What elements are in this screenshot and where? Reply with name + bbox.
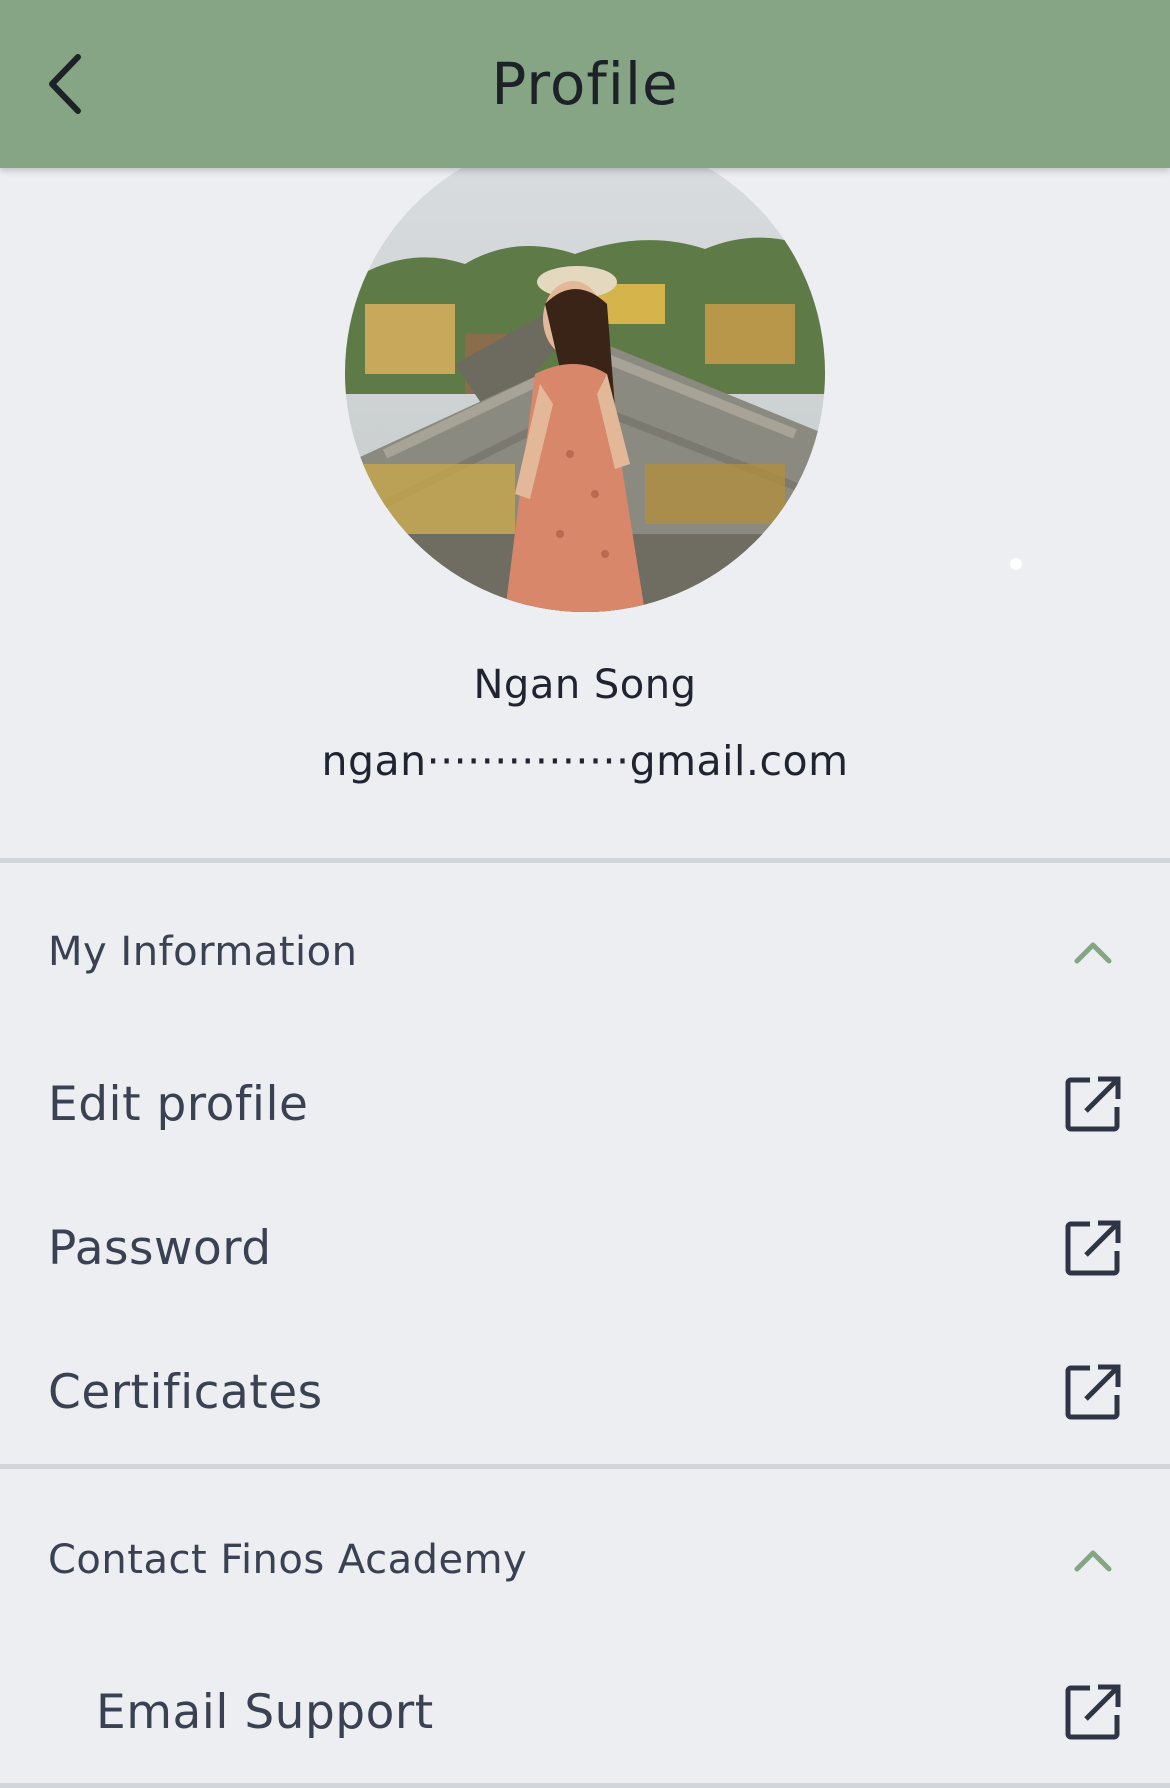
external-link-icon bbox=[1064, 1363, 1122, 1421]
chevron-up-icon bbox=[1064, 923, 1122, 981]
section-header-my-information[interactable]: My Information bbox=[48, 912, 1122, 992]
divider bbox=[0, 1464, 1170, 1469]
menu-item-label: Password bbox=[48, 1220, 272, 1276]
external-link-icon bbox=[1064, 1075, 1122, 1133]
profile-photo bbox=[345, 134, 825, 612]
menu-item-certificates[interactable]: Certificates bbox=[48, 1342, 1122, 1442]
page-title: Profile bbox=[491, 50, 679, 118]
divider bbox=[0, 1783, 1170, 1788]
section-label: My Information bbox=[48, 929, 358, 975]
avatar[interactable] bbox=[345, 134, 825, 612]
menu-item-email-support[interactable]: Email Support bbox=[96, 1662, 1122, 1762]
divider bbox=[0, 858, 1170, 863]
section-header-contact[interactable]: Contact Finos Academy bbox=[48, 1520, 1122, 1600]
user-name: Ngan Song bbox=[473, 662, 697, 708]
menu-item-edit-profile[interactable]: Edit profile bbox=[48, 1054, 1122, 1154]
menu-item-label: Certificates bbox=[48, 1364, 323, 1420]
user-email: ngan···············gmail.com bbox=[321, 737, 849, 785]
chevron-up-icon bbox=[1064, 1531, 1122, 1589]
top-app-bar: Profile bbox=[0, 0, 1170, 168]
decorative-dot bbox=[1010, 558, 1022, 570]
menu-item-label: Email Support bbox=[96, 1684, 434, 1740]
external-link-icon bbox=[1064, 1683, 1122, 1741]
section-label: Contact Finos Academy bbox=[48, 1537, 528, 1583]
menu-item-label: Edit profile bbox=[48, 1076, 309, 1132]
menu-item-password[interactable]: Password bbox=[48, 1198, 1122, 1298]
external-link-icon bbox=[1064, 1219, 1122, 1277]
